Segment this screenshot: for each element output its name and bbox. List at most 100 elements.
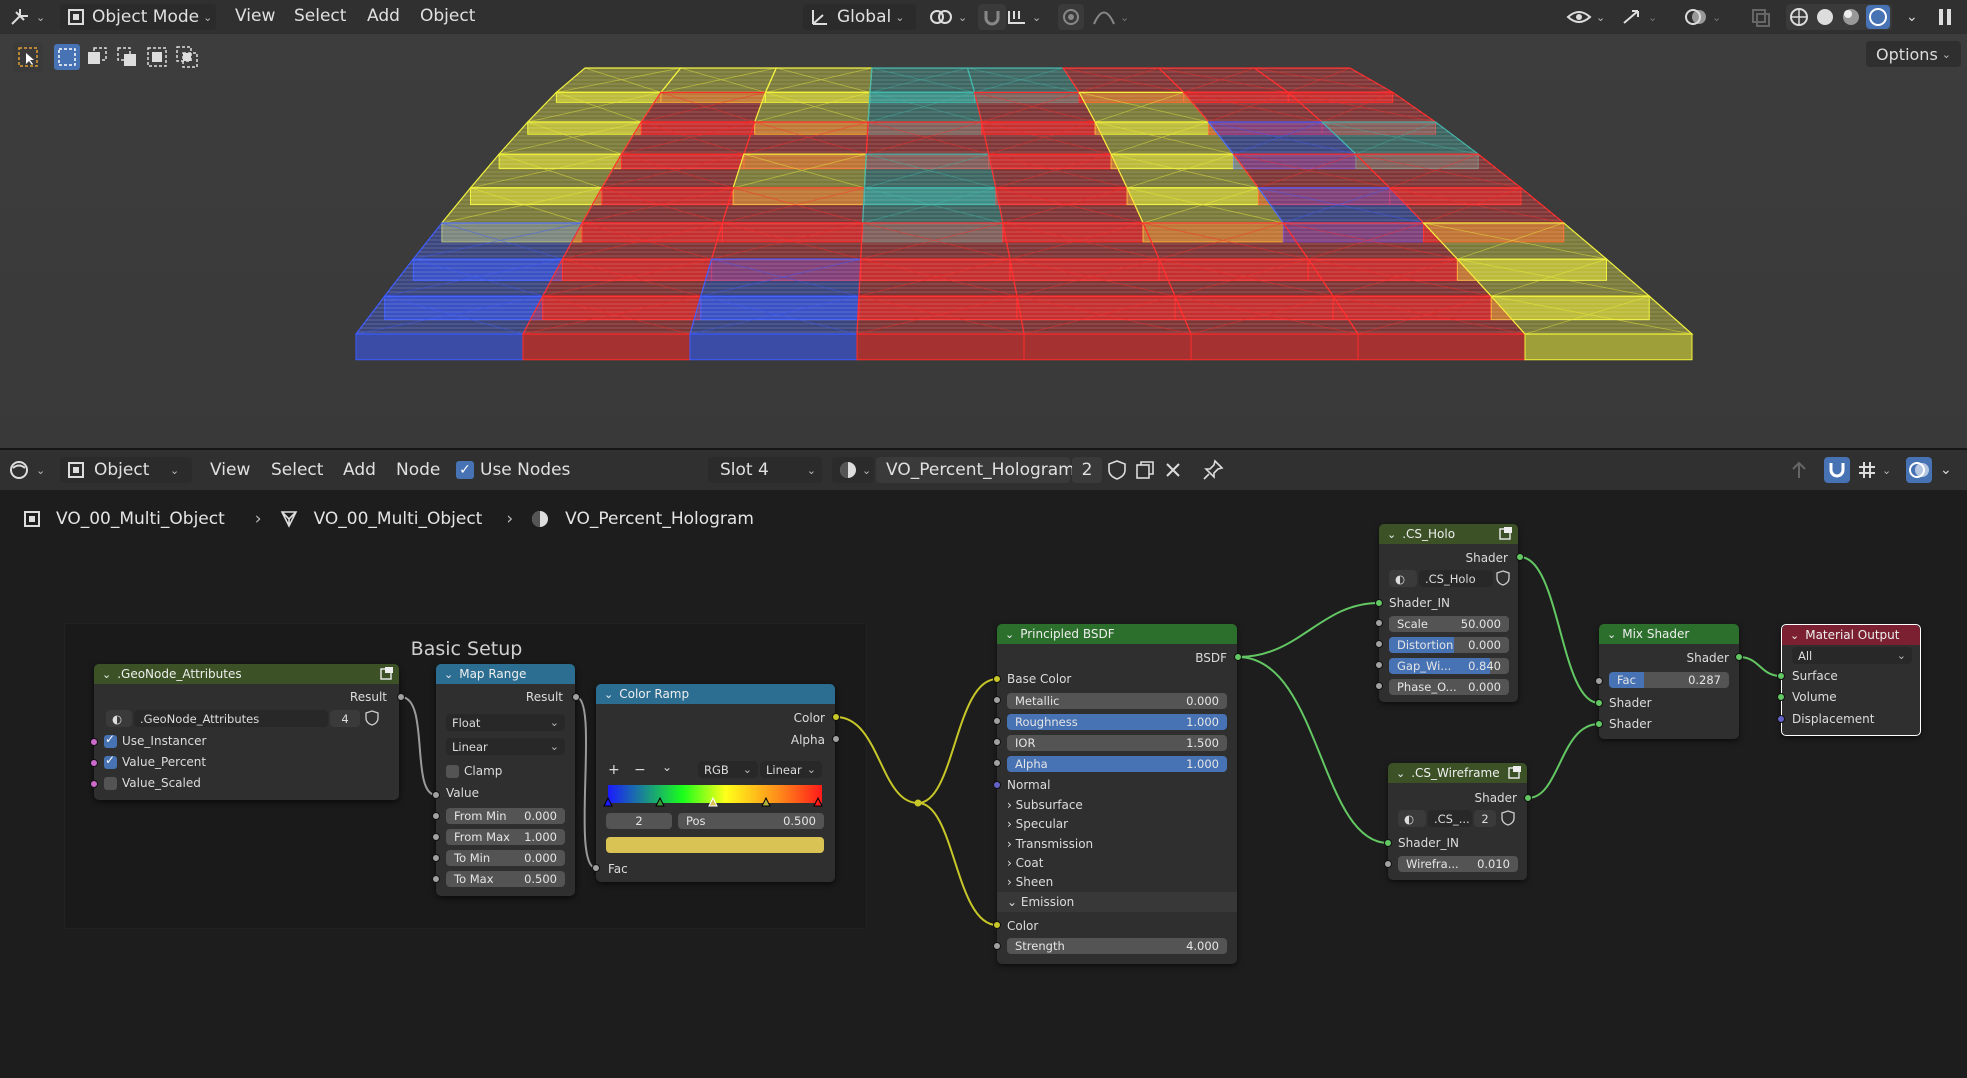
to-max-field[interactable]: To Max 0.500 bbox=[446, 871, 565, 887]
maprange-from-min-socket[interactable] bbox=[432, 812, 440, 820]
material-name-field[interactable]: VO_Percent_Hologram bbox=[876, 457, 1075, 483]
stop-color-swatch[interactable] bbox=[606, 837, 824, 853]
mix-fac-socket[interactable] bbox=[1595, 677, 1603, 685]
holo-scale-socket[interactable] bbox=[1375, 619, 1383, 627]
use-instancer-checkbox[interactable] bbox=[104, 732, 117, 748]
pin-button[interactable] bbox=[1202, 457, 1224, 483]
group-browse-button[interactable]: ◐ bbox=[106, 710, 132, 727]
visibility-dropdown[interactable]: ⌄ bbox=[1566, 4, 1605, 30]
menu-object[interactable]: Object bbox=[420, 6, 475, 26]
clamp-checkbox[interactable] bbox=[446, 765, 459, 778]
node-material-output[interactable]: ⌄ Material Output All ⌄ Surface Volume Di… bbox=[1781, 624, 1921, 736]
node-map-range[interactable]: ⌄ Map Range Result Float ⌄ Linear ⌄ Clamp … bbox=[436, 664, 575, 896]
data-type-dropdown[interactable]: Float ⌄ bbox=[446, 714, 565, 731]
node-mix-shader[interactable]: ⌄ Mix Shader Shader Fac 0.287 Shader Shad… bbox=[1599, 624, 1739, 739]
wire-shader-output-socket[interactable] bbox=[1524, 794, 1532, 802]
menu-view[interactable]: View bbox=[235, 6, 275, 26]
group-name-field[interactable]: .CS_Holo bbox=[1419, 570, 1493, 587]
to-min-field[interactable]: To Min 0.000 bbox=[446, 850, 565, 866]
output-surface-socket[interactable] bbox=[1777, 672, 1785, 680]
metallic-field[interactable]: Metallic 0.000 bbox=[1007, 693, 1227, 709]
pause-render-button[interactable] bbox=[1934, 4, 1956, 30]
mode-dropdown[interactable]: Object Mode ⌄ bbox=[60, 4, 216, 30]
holo-shader-in-socket[interactable] bbox=[1375, 599, 1383, 607]
maprange-value-socket[interactable] bbox=[432, 791, 440, 799]
alpha-field[interactable]: Alpha 1.000 bbox=[1007, 756, 1227, 772]
bsdf-base-color-socket[interactable] bbox=[993, 675, 1001, 683]
orientation-dropdown[interactable]: Global ⌄ bbox=[803, 4, 916, 30]
menu-select[interactable]: Select bbox=[294, 6, 346, 26]
node-header[interactable]: ⌄ Mix Shader bbox=[1599, 624, 1739, 644]
maprange-from-max-socket[interactable] bbox=[432, 833, 440, 841]
group-browse-button[interactable]: ◐ bbox=[1389, 570, 1417, 587]
solid-shading-icon[interactable] bbox=[1814, 6, 1836, 28]
remove-stop-button[interactable]: − bbox=[634, 762, 646, 778]
fake-user-shield-icon[interactable] bbox=[364, 710, 380, 726]
shading-options-dropdown[interactable]: ⌄ bbox=[1902, 4, 1918, 30]
roughness-field[interactable]: Roughness 1.000 bbox=[1007, 714, 1227, 730]
unlink-x-icon[interactable] bbox=[1162, 459, 1184, 481]
ramp-stop-handle[interactable] bbox=[813, 796, 823, 807]
fac-field[interactable]: Fac 0.287 bbox=[1609, 672, 1729, 688]
collapse-chevron-icon[interactable]: ⌄ bbox=[102, 668, 111, 681]
from-min-field[interactable]: From Min 0.000 bbox=[446, 808, 565, 824]
color-mode-dropdown[interactable]: RGB ⌄ bbox=[698, 761, 758, 778]
fake-user-shield-icon[interactable] bbox=[1500, 810, 1516, 826]
ramp-alpha-socket[interactable] bbox=[832, 735, 840, 743]
snap-toggle[interactable] bbox=[978, 4, 1006, 30]
node-menu-view[interactable]: View bbox=[210, 460, 250, 480]
node-header[interactable]: ⌄ .CS_Wireframe bbox=[1388, 763, 1527, 783]
node-principled-bsdf[interactable]: ⌄ Principled BSDF BSDF Base Color Metall… bbox=[997, 624, 1237, 964]
geo-use-instancer-socket[interactable] bbox=[90, 738, 98, 746]
node-group-icon[interactable] bbox=[379, 667, 393, 681]
panel-coat[interactable]: › Coat bbox=[1007, 856, 1043, 870]
collapse-chevron-icon[interactable]: ⌄ bbox=[1790, 629, 1799, 642]
emission-strength-field[interactable]: Strength 4.000 bbox=[1007, 938, 1227, 954]
auto-offset-toggle[interactable] bbox=[1824, 457, 1850, 483]
phase-offset-field[interactable]: Phase_O... 0.000 bbox=[1389, 679, 1509, 695]
ramp-fac-socket[interactable] bbox=[592, 864, 600, 872]
shader-type-dropdown[interactable]: Object ⌄ bbox=[60, 457, 192, 483]
panel-subsurface[interactable]: › Subsurface bbox=[1007, 798, 1083, 812]
node-group-icon[interactable] bbox=[1498, 527, 1512, 541]
mix-output-socket[interactable] bbox=[1735, 653, 1743, 661]
gap-width-field[interactable]: Gap_Wi... 0.840 bbox=[1389, 658, 1509, 674]
ramp-color-socket[interactable] bbox=[832, 713, 840, 721]
node-cs-holo[interactable]: ⌄ .CS_Holo Shader ◐ .CS_Holo Shader_IN S… bbox=[1379, 524, 1518, 702]
bsdf-metallic-socket[interactable] bbox=[993, 696, 1001, 704]
collapse-chevron-icon[interactable]: ⌄ bbox=[1005, 628, 1014, 641]
holo-phase-socket[interactable] bbox=[1375, 682, 1383, 690]
holo-distortion-socket[interactable] bbox=[1375, 640, 1383, 648]
stop-position-field[interactable]: Pos 0.500 bbox=[678, 813, 824, 829]
bsdf-normal-socket[interactable] bbox=[993, 781, 1001, 789]
3d-viewport[interactable]: Options ⌄ bbox=[0, 34, 1967, 448]
falloff-dropdown[interactable]: ⌄ bbox=[1092, 4, 1129, 30]
node-overlays-dropdown[interactable]: ⌄ bbox=[1936, 457, 1952, 483]
node-menu-node[interactable]: Node bbox=[396, 460, 440, 480]
bsdf-alpha-socket[interactable] bbox=[993, 759, 1001, 767]
node-menu-select[interactable]: Select bbox=[271, 460, 323, 480]
ramp-menu-chevron-icon[interactable]: ⌄ bbox=[662, 760, 672, 774]
node-snap-dropdown[interactable]: ⌄ bbox=[1856, 457, 1891, 483]
node-header[interactable]: ⌄ .GeoNode_Attributes bbox=[94, 664, 399, 684]
node-header[interactable]: ⌄ .CS_Holo bbox=[1379, 524, 1518, 544]
geo-value-percent-socket[interactable] bbox=[90, 759, 98, 767]
bsdf-ior-socket[interactable] bbox=[993, 738, 1001, 746]
node-geonode-attributes[interactable]: ⌄ .GeoNode_Attributes Result ◐ .GeoNode_… bbox=[94, 664, 399, 800]
node-header[interactable]: ⌄ Map Range bbox=[436, 664, 575, 684]
proportional-edit-toggle[interactable] bbox=[1058, 4, 1084, 30]
node-menu-add[interactable]: Add bbox=[343, 460, 376, 480]
node-header[interactable]: ⌄ Material Output bbox=[1782, 625, 1920, 645]
distortion-field[interactable]: Distortion 0.000 bbox=[1389, 637, 1509, 653]
add-stop-button[interactable]: + bbox=[608, 762, 620, 778]
mix-shader1-socket[interactable] bbox=[1595, 699, 1603, 707]
overlays-dropdown[interactable]: ⌄ bbox=[1684, 4, 1721, 30]
ramp-stop-handle[interactable] bbox=[761, 796, 771, 807]
group-name-field[interactable]: .GeoNode_Attributes bbox=[134, 710, 328, 727]
ramp-stop-handle[interactable] bbox=[603, 796, 613, 807]
wire-size-socket[interactable] bbox=[1384, 860, 1392, 868]
collapse-chevron-icon[interactable]: ⌄ bbox=[604, 688, 613, 701]
ramp-stop-handle[interactable] bbox=[655, 796, 665, 807]
group-browse-button[interactable]: ◐ bbox=[1398, 810, 1426, 827]
collapse-chevron-icon[interactable]: ⌄ bbox=[1607, 628, 1616, 641]
